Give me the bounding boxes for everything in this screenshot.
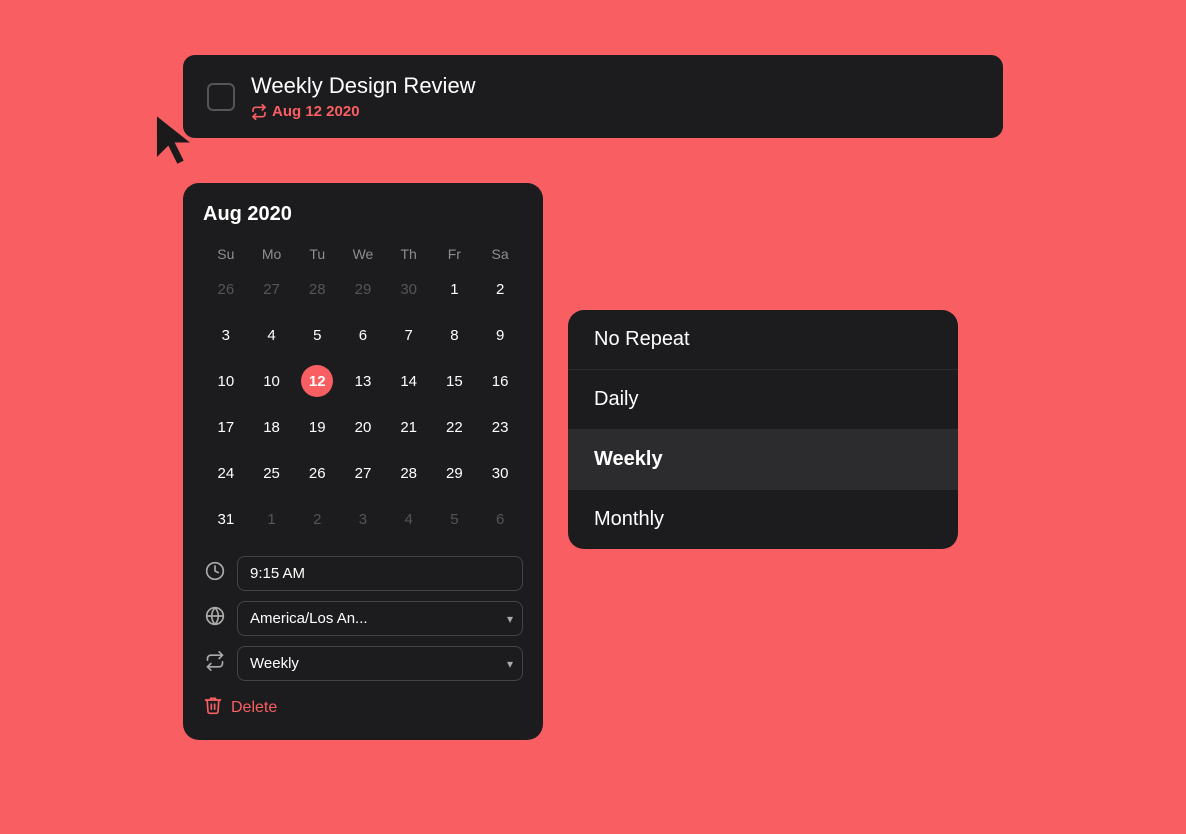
calendar-day[interactable]: 5 (294, 312, 340, 358)
globe-icon (203, 606, 227, 631)
day-header-mo: Mo (249, 242, 295, 266)
task-title: Weekly Design Review (251, 73, 476, 99)
delete-label[interactable]: Delete (231, 699, 277, 717)
calendar-day[interactable]: 3 (340, 496, 386, 542)
day-header-sa: Sa (477, 242, 523, 266)
calendar-controls: America/Los An... America/New_York Europ… (203, 556, 523, 720)
calendar-day[interactable]: 23 (477, 404, 523, 450)
calendar-day[interactable]: 3 (203, 312, 249, 358)
day-header-tu: Tu (294, 242, 340, 266)
calendar-day[interactable]: 30 (477, 450, 523, 496)
calendar-day[interactable]: 2 (294, 496, 340, 542)
calendar-day[interactable]: 24 (203, 450, 249, 496)
calendar-day[interactable]: 6 (477, 496, 523, 542)
calendar-day[interactable]: 15 (432, 358, 478, 404)
calendar-day[interactable]: 8 (432, 312, 478, 358)
calendar-day[interactable]: 29 (432, 450, 478, 496)
timezone-row: America/Los An... America/New_York Europ… (203, 601, 523, 636)
task-info: Weekly Design Review Aug 12 2020 (251, 73, 476, 120)
calendar-day[interactable]: 13 (340, 358, 386, 404)
calendar-day[interactable]: 1 (249, 496, 295, 542)
calendar-day[interactable]: 2 (477, 266, 523, 312)
calendar-grid: Su Mo Tu We Th Fr Sa 2627282930123456789… (203, 242, 523, 542)
calendar-day[interactable]: 17 (203, 404, 249, 450)
calendar-day[interactable]: 7 (386, 312, 432, 358)
task-checkbox[interactable] (207, 83, 235, 111)
calendar-day[interactable]: 12 (294, 358, 340, 404)
calendar-day[interactable]: 26 (294, 450, 340, 496)
repeat-icon (251, 104, 267, 120)
day-header-fr: Fr (432, 242, 478, 266)
calendar-day[interactable]: 25 (249, 450, 295, 496)
delete-row[interactable]: Delete (203, 695, 523, 720)
timezone-select-wrapper: America/Los An... America/New_York Europ… (237, 601, 523, 636)
calendar-day[interactable]: 28 (294, 266, 340, 312)
calendar-day[interactable]: 21 (386, 404, 432, 450)
calendar-month-title: Aug 2020 (203, 203, 523, 226)
calendar-day[interactable]: 31 (203, 496, 249, 542)
calendar-day[interactable]: 20 (340, 404, 386, 450)
task-bar: Weekly Design Review Aug 12 2020 (183, 55, 1003, 138)
repeat-option-weekly[interactable]: Weekly (568, 430, 958, 490)
time-input[interactable] (237, 556, 523, 591)
calendar-header-row: Su Mo Tu We Th Fr Sa (203, 242, 523, 266)
calendar-day[interactable]: 22 (432, 404, 478, 450)
repeat-options-menu: No Repeat Daily Weekly Monthly (568, 310, 958, 549)
calendar-day[interactable]: 26 (203, 266, 249, 312)
day-header-we: We (340, 242, 386, 266)
clock-icon (203, 561, 227, 586)
calendar-day[interactable]: 16 (477, 358, 523, 404)
time-row (203, 556, 523, 591)
calendar-day[interactable]: 4 (249, 312, 295, 358)
calendar-day[interactable]: 29 (340, 266, 386, 312)
calendar-day[interactable]: 28 (386, 450, 432, 496)
task-date: Aug 12 2020 (251, 103, 476, 120)
calendar-day[interactable]: 19 (294, 404, 340, 450)
timezone-select[interactable]: America/Los An... America/New_York Europ… (237, 601, 523, 636)
calendar-day[interactable]: 27 (249, 266, 295, 312)
trash-icon (203, 695, 223, 720)
repeat-icon-control (203, 651, 227, 676)
calendar-day[interactable]: 9 (477, 312, 523, 358)
calendar-week-row: 31123456 (203, 496, 523, 542)
calendar-day[interactable]: 4 (386, 496, 432, 542)
calendar-week-row: 24252627282930 (203, 450, 523, 496)
calendar-week-row: 3456789 (203, 312, 523, 358)
calendar-day[interactable]: 14 (386, 358, 432, 404)
calendar-day[interactable]: 10 (249, 358, 295, 404)
day-header-su: Su (203, 242, 249, 266)
calendar-week-row: 10101213141516 (203, 358, 523, 404)
calendar-day[interactable]: 10 (203, 358, 249, 404)
repeat-option-no-repeat[interactable]: No Repeat (568, 310, 958, 370)
repeat-select[interactable]: No Repeat Daily Weekly Monthly (237, 646, 523, 681)
calendar-day[interactable]: 30 (386, 266, 432, 312)
repeat-select-wrapper: No Repeat Daily Weekly Monthly ▾ (237, 646, 523, 681)
calendar-day[interactable]: 1 (432, 266, 478, 312)
day-header-th: Th (386, 242, 432, 266)
task-date-label: Aug 12 2020 (272, 103, 360, 120)
calendar-day[interactable]: 5 (432, 496, 478, 542)
repeat-option-monthly[interactable]: Monthly (568, 490, 958, 549)
calendar-popup: Aug 2020 Su Mo Tu We Th Fr Sa 2627282930… (183, 183, 543, 740)
calendar-day[interactable]: 6 (340, 312, 386, 358)
repeat-option-daily[interactable]: Daily (568, 370, 958, 430)
calendar-day[interactable]: 18 (249, 404, 295, 450)
repeat-row: No Repeat Daily Weekly Monthly ▾ (203, 646, 523, 681)
calendar-week-row: 262728293012 (203, 266, 523, 312)
calendar-day[interactable]: 27 (340, 450, 386, 496)
calendar-week-row: 17181920212223 (203, 404, 523, 450)
